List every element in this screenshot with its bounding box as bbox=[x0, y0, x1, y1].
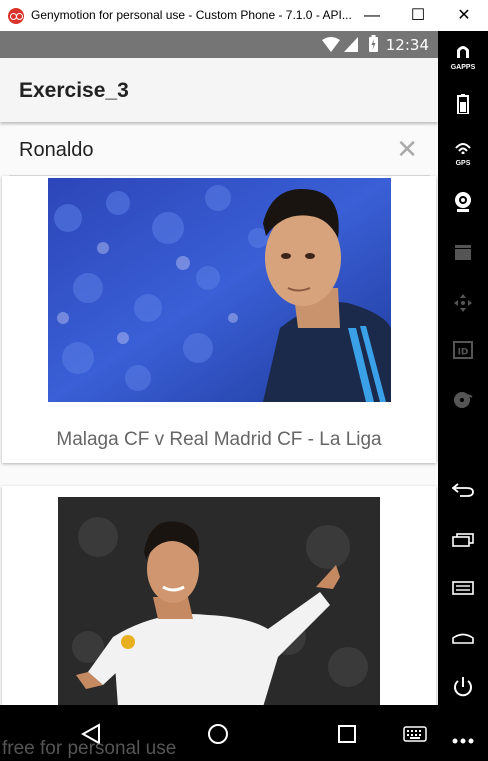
battery-icon bbox=[369, 35, 378, 52]
search-input[interactable]: Ronaldo bbox=[19, 139, 94, 162]
more-options-button[interactable] bbox=[438, 731, 488, 749]
gps-label: GPS bbox=[455, 160, 471, 167]
signal-icon bbox=[344, 37, 358, 52]
home-icon[interactable] bbox=[207, 723, 229, 745]
gapps-button[interactable]: GAPPS bbox=[438, 44, 488, 71]
genymotion-logo-icon bbox=[8, 8, 24, 24]
result-card[interactable]: Malaga CF v Real Madrid CF - La Liga bbox=[2, 176, 436, 463]
id-card-icon: ID bbox=[453, 341, 473, 359]
more-dots-icon bbox=[452, 738, 474, 744]
power-icon bbox=[454, 677, 472, 697]
home-outline-icon bbox=[452, 633, 474, 644]
gapps-icon bbox=[457, 46, 469, 58]
minimize-button[interactable]: — bbox=[349, 0, 395, 31]
dpad-button[interactable] bbox=[438, 293, 488, 318]
power-button[interactable] bbox=[438, 676, 488, 703]
webcam-icon bbox=[455, 192, 471, 212]
app-title: Exercise_3 bbox=[19, 79, 129, 102]
close-button[interactable]: ✕ bbox=[441, 0, 487, 31]
keyboard-icon[interactable] bbox=[403, 726, 427, 742]
window-titlebar: Genymotion for personal use - Custom Pho… bbox=[0, 0, 488, 31]
recent-apps-icon bbox=[452, 533, 474, 547]
gps-button[interactable]: GPS bbox=[438, 141, 488, 167]
disc-icon bbox=[454, 392, 473, 408]
battery-icon bbox=[457, 94, 469, 115]
recent-apps-button[interactable] bbox=[438, 533, 488, 552]
app-bar: Exercise_3 bbox=[0, 58, 438, 122]
gps-signal-icon bbox=[455, 143, 471, 155]
menu-icon bbox=[452, 581, 474, 595]
clapperboard-icon bbox=[455, 245, 471, 260]
player-photo bbox=[48, 178, 391, 402]
maximize-button[interactable]: ☐ bbox=[395, 0, 441, 31]
webcam-button[interactable] bbox=[438, 191, 488, 218]
search-bar[interactable]: Ronaldo ✕ bbox=[9, 126, 430, 176]
back-button[interactable] bbox=[438, 483, 488, 502]
clear-search-icon[interactable]: ✕ bbox=[396, 134, 418, 164]
window-title: Genymotion for personal use - Custom Pho… bbox=[31, 8, 352, 22]
screencast-button[interactable] bbox=[438, 244, 488, 265]
result-caption: Malaga CF v Real Madrid CF - La Liga bbox=[56, 429, 382, 450]
status-bar: 12:34 bbox=[0, 31, 438, 58]
player-photo bbox=[58, 497, 380, 707]
watermark: free for personal use bbox=[2, 738, 177, 759]
home-button[interactable] bbox=[438, 630, 488, 649]
menu-button[interactable] bbox=[438, 581, 488, 600]
phone-screen: 12:34 Exercise_3 Ronaldo ✕ Malaga CF v R… bbox=[0, 31, 438, 761]
svg-text:ID: ID bbox=[458, 348, 469, 358]
battery-button[interactable] bbox=[438, 94, 488, 119]
network-button[interactable] bbox=[438, 391, 488, 414]
gapps-label: GAPPS bbox=[450, 64, 476, 71]
recents-icon[interactable] bbox=[337, 724, 357, 744]
back-arrow-icon bbox=[451, 483, 474, 497]
device-id-button[interactable]: ID bbox=[438, 341, 488, 364]
emulator-toolbar: GAPPS GPS ID bbox=[438, 31, 488, 761]
wifi-icon bbox=[322, 37, 340, 52]
dpad-icon bbox=[454, 294, 472, 312]
status-time: 12:34 bbox=[385, 36, 429, 54]
